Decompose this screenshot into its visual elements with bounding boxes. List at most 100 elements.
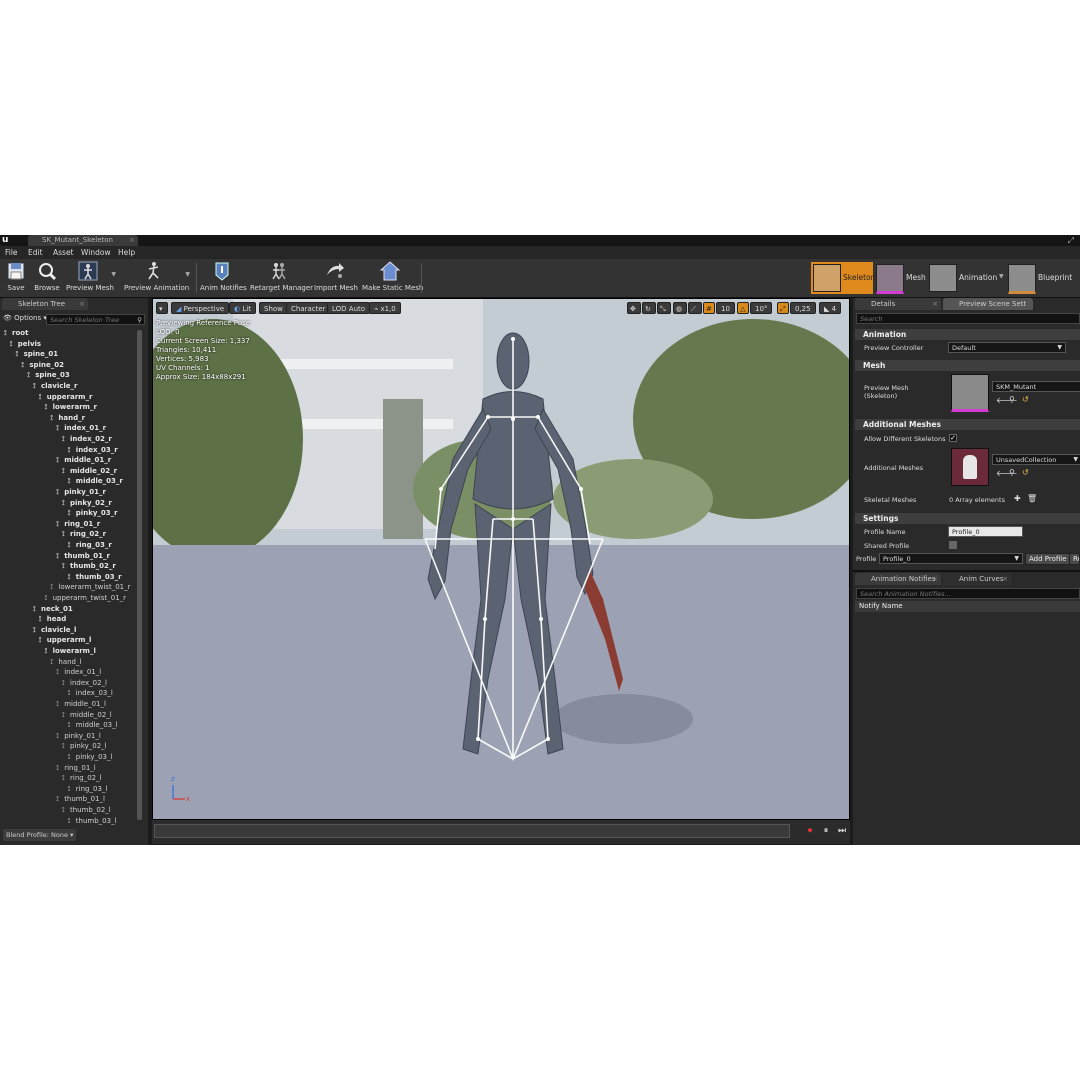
section-animation[interactable]: Animation (855, 329, 1080, 340)
bone-row[interactable]: ⟟ middle_03_r (68, 476, 123, 486)
bone-row[interactable]: ⟟ thumb_01_l (56, 794, 105, 804)
grid-snap-value[interactable]: 10 (716, 302, 735, 314)
bone-row[interactable]: ⟟ middle_03_l (68, 720, 118, 730)
tab-skeleton-tree[interactable]: Skeleton Tree × (2, 298, 88, 310)
bone-row[interactable]: ⟟ index_03_l (68, 688, 113, 698)
reset-icon[interactable]: ↺ (1022, 468, 1029, 477)
section-settings[interactable]: Settings (855, 513, 1080, 524)
profile-combo[interactable]: Profile_0 ▼ (879, 553, 1023, 564)
rotation-snap-value[interactable]: 10° (750, 302, 773, 314)
bone-row[interactable]: ⟟ thumb_03_l (68, 816, 117, 826)
bone-row[interactable]: ⟟ thumb_03_r (68, 572, 122, 582)
timeline-scrubber[interactable] (154, 824, 790, 838)
bone-row[interactable]: ⟟ hand_r (50, 413, 85, 423)
skeleton-search-input[interactable]: Search Skeleton Tree ⚲ (46, 314, 145, 325)
perspective-button[interactable]: ◢ Perspective (171, 302, 230, 314)
tab-anim-curves[interactable]: Anim Curves × (943, 573, 1011, 585)
reset-icon[interactable]: ↺ (1022, 395, 1029, 404)
remove-profile-button[interactable]: Re (1069, 553, 1080, 565)
bone-row[interactable]: ⟟ ring_02_l (62, 773, 102, 783)
show-button[interactable]: Show (259, 302, 288, 314)
import-mesh-button[interactable]: Import Mesh (314, 261, 358, 295)
mode-blueprint[interactable]: Blueprint (1006, 262, 1072, 294)
menu-help[interactable]: Help (118, 246, 135, 259)
bone-row[interactable]: ⟟ pinky_02_l (62, 741, 107, 751)
bone-row[interactable]: ⟟ spine_03 (27, 370, 70, 380)
viewport-options-dropdown[interactable]: ▾ (156, 302, 168, 314)
anim-notifies-button[interactable]: Anim Notifies (200, 261, 247, 295)
window-controls-icon[interactable]: ⤢ (1068, 235, 1074, 246)
dropdown-arrow-icon[interactable]: ▼ (999, 273, 1004, 280)
additional-meshes-thumbnail[interactable] (951, 448, 989, 486)
scale-snap-value[interactable]: 0,25 (790, 302, 816, 314)
scale-icon[interactable]: ⤡ (657, 302, 671, 314)
bone-row[interactable]: ⟟ pinky_01_l (56, 731, 101, 741)
save-button[interactable]: Save (4, 261, 28, 295)
preview-controller-combo[interactable]: Default ▼ (948, 342, 1066, 353)
browse-button[interactable]: Browse (34, 261, 60, 295)
bone-row[interactable]: ⟟ spine_01 (16, 349, 59, 359)
shared-profile-checkbox[interactable] (949, 541, 957, 549)
tab-animation-notifies[interactable]: Animation Notifies × (855, 573, 941, 585)
step-forward-icon[interactable]: ⏭ (836, 824, 848, 838)
blend-profile-dropdown[interactable]: Blend Profile: None ▾ (3, 829, 77, 841)
bone-row[interactable]: ⟟ pinky_01_r (56, 487, 106, 497)
profile-name-input[interactable]: Profile_0 (948, 526, 1023, 537)
scale-snap-icon[interactable]: ⤢ (777, 302, 789, 314)
preview-mesh-button[interactable]: Preview Mesh ▼ (66, 261, 116, 295)
preview-viewport[interactable]: z x ▾ ◢ Perspective ◐ Lit Show Character… (152, 298, 850, 820)
bone-row[interactable]: ⟟ ring_03_r (68, 540, 112, 550)
bone-row[interactable]: ⟟ thumb_01_r (56, 551, 110, 561)
browse-icon[interactable]: ⚲ (1009, 395, 1015, 404)
bone-row[interactable]: ⟟ clavicle_r (33, 381, 77, 391)
additional-meshes-combo[interactable]: UnsavedCollection ▼ (992, 454, 1080, 465)
translate-icon[interactable]: ✥ (627, 302, 641, 314)
bone-row[interactable]: ⟟ thumb_02_r (62, 561, 116, 571)
playback-speed-button[interactable]: ⌁ x1,0 (369, 302, 401, 314)
bone-row[interactable]: ⟟ middle_01_r (56, 455, 111, 465)
bone-row[interactable]: ⟟ ring_02_r (62, 529, 106, 539)
bone-row[interactable]: ⟟ middle_01_l (56, 699, 106, 709)
world-local-icon[interactable]: ◍ (673, 302, 687, 314)
section-mesh[interactable]: Mesh (855, 360, 1080, 371)
section-additional-meshes[interactable]: Additional Meshes (855, 419, 1080, 430)
menu-file[interactable]: File (5, 246, 18, 259)
record-icon[interactable]: ⏺ (804, 824, 816, 838)
grid-snap-icon[interactable]: # (703, 302, 715, 314)
search-icon[interactable]: ⚲ (137, 315, 142, 325)
bone-row[interactable]: ⟟ ring_01_r (56, 519, 100, 529)
add-icon[interactable]: ✚ (1014, 494, 1021, 503)
bone-row[interactable]: ⟟ root (4, 328, 28, 338)
tree-scrollbar[interactable] (137, 330, 142, 820)
bone-row[interactable]: ⟟ spine_02 (21, 360, 64, 370)
bone-row[interactable]: ⟟ pinky_02_r (62, 498, 112, 508)
mode-skeleton[interactable]: Skeleton (811, 262, 875, 294)
preview-mesh-combo[interactable]: SKM_Mutant (992, 381, 1080, 392)
add-profile-button[interactable]: Add Profile (1025, 553, 1071, 565)
browse-icon[interactable]: ⚲ (1009, 468, 1015, 477)
make-static-mesh-button[interactable]: Make Static Mesh (362, 261, 423, 295)
retarget-manager-button[interactable]: Retarget Manager (250, 261, 313, 295)
lod-button[interactable]: LOD Auto (327, 302, 371, 314)
dropdown-arrow-icon[interactable]: ▼ (185, 271, 190, 278)
bone-row[interactable]: ⟟ upperarm_l (39, 635, 92, 645)
menu-edit[interactable]: Edit (28, 246, 43, 259)
bone-row[interactable]: ⟟ hand_l (50, 657, 81, 667)
bone-row[interactable]: ⟟ index_02_l (62, 678, 107, 688)
asset-tab[interactable]: SK_Mutant_Skeleton × (28, 235, 138, 246)
bone-row[interactable]: ⟟ neck_01 (33, 604, 73, 614)
allow-different-skeletons-checkbox[interactable]: ✓ (949, 434, 957, 442)
bone-row[interactable]: ⟟ index_03_r (68, 445, 118, 455)
tab-preview-scene-settings[interactable]: Preview Scene Sett (943, 298, 1033, 310)
bone-row[interactable]: ⟟ lowerarm_twist_01_r (50, 582, 130, 592)
bone-row[interactable]: ⟟ upperarm_twist_01_r (45, 593, 126, 603)
close-icon[interactable]: × (79, 298, 85, 310)
menu-asset[interactable]: Asset (53, 246, 74, 259)
mode-animation[interactable]: Animation ▼ (927, 262, 1005, 294)
character-button[interactable]: Character (286, 302, 331, 314)
bone-row[interactable]: ⟟ ring_01_l (56, 763, 96, 773)
details-search-input[interactable]: Search (856, 313, 1080, 324)
bone-row[interactable]: ⟟ pinky_03_l (68, 752, 113, 762)
tab-details[interactable]: Details × (855, 298, 941, 310)
rotate-icon[interactable]: ↻ (642, 302, 656, 314)
